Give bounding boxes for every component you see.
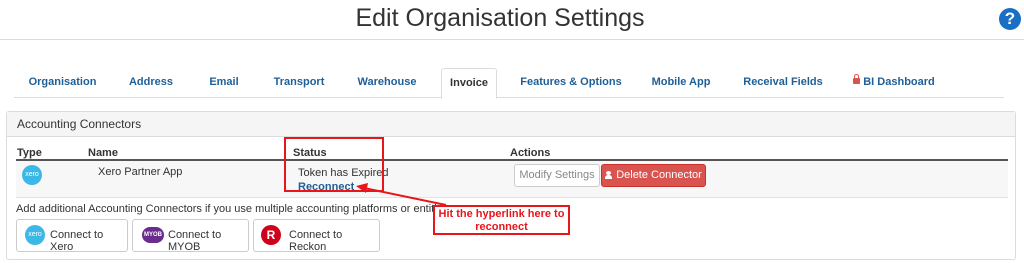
annotation-callout: Hit the hyperlink here to reconnect	[433, 205, 570, 235]
